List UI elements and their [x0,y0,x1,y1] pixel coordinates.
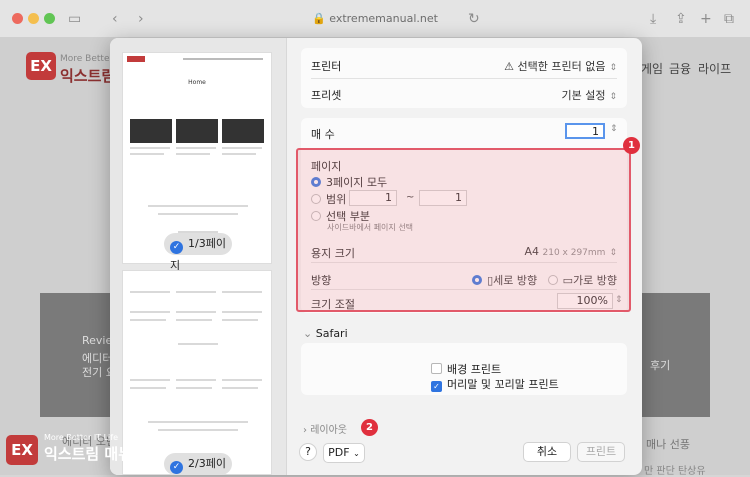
close-window-button[interactable] [12,13,23,24]
pdf-menu-button[interactable]: PDF ⌄ [323,443,365,463]
up-down-chevron-icon: ⇕ [609,63,617,73]
printer-value: 선택한 프린터 없음 [517,60,606,73]
browser-toolbar: ▭ ‹ › 🔒 extrememanual.net ↻ ⤓ ⇪ + ⧉ [0,0,750,38]
reload-icon[interactable]: ↻ [468,10,480,28]
watermark-logo: EX [6,435,38,465]
menu-item-finance[interactable]: 금융 [669,60,691,77]
background-card-right [642,293,710,417]
annotation-badge-2: 2 [361,419,378,436]
print-button[interactable]: 프린트 [577,442,625,462]
layout-section-header[interactable]: › 레이아웃 [303,421,632,436]
printer-label: 프린터 [311,60,342,73]
checkmark-icon: ✓ [170,241,183,254]
watermark-tagline: More Better IT Life [44,433,119,442]
page-1-selector[interactable]: ✓ 1/3페이지 [164,233,232,272]
menu-item-game[interactable]: 게임 [641,60,663,77]
bg-text: 매나 선풍 [646,438,690,451]
annotation-badge-1: 1 [623,137,640,154]
preset-label: 프리셋 [311,89,342,102]
printer-select[interactable]: ⚠ 선택한 프린터 없음 ⇕ [504,58,617,74]
printer-row[interactable]: 프린터 ⚠ 선택한 프린터 없음 ⇕ [311,58,617,74]
share-icon[interactable]: ⇪ [675,10,687,28]
cancel-button[interactable]: 취소 [523,442,571,462]
copies-input[interactable]: 1 [565,123,605,139]
menu-item-life[interactable]: 라이프 [698,60,731,77]
watermark-name: 익스트림 매뉴얼 [44,445,146,463]
bg-print-label: 배경 프린트 [447,363,502,376]
chevron-down-icon: ⌄ [353,449,360,458]
up-down-chevron-icon: ⇕ [609,92,617,102]
printer-group: 프린터 ⚠ 선택한 프린터 없음 ⇕ 프리셋 기본 설정 ⇕ [301,48,627,108]
safari-section-header[interactable]: ⌄ Safari [303,327,632,340]
bg-print-checkbox[interactable]: 배경 프린트 [431,361,617,377]
layout-label: 레이아웃 [310,425,347,436]
zoom-window-button[interactable] [44,13,55,24]
minimize-window-button[interactable] [28,13,39,24]
copies-label: 매 수 [311,128,335,141]
safari-label: Safari [315,327,348,340]
safari-group: 배경 프린트 ✓ 머리말 및 꼬리말 프린트 [301,343,627,395]
checkbox-checked-icon: ✓ [431,381,442,392]
sidebar-toggle-icon[interactable]: ▭ [68,10,81,28]
bg-text: 후기 [650,359,671,372]
preset-select[interactable]: 기본 설정 ⇕ [561,87,617,103]
new-tab-icon[interactable]: + [700,10,712,28]
preview-sidebar[interactable]: Home ✓1/3페이지 ✓2/3페이지 [110,38,287,475]
address-bar[interactable]: 🔒 extrememanual.net [312,9,438,29]
pdf-label: PDF [328,446,350,459]
header-footer-checkbox[interactable]: ✓ 머리말 및 꼬리말 프린트 [431,376,617,392]
download-icon[interactable]: ⤓ [650,10,656,28]
site-logo[interactable]: EX [26,52,56,80]
help-button[interactable]: ? [299,443,317,461]
page-2-selector[interactable]: ✓2/3페이지 [164,453,232,475]
chevron-down-icon: ⌄ [303,327,316,340]
print-settings-panel: 프린터 ⚠ 선택한 프린터 없음 ⇕ 프리셋 기본 설정 ⇕ 매 수 1 ⇕ 페이지… [287,38,642,475]
watermark-text: More Better IT Life 익스트림 매뉴얼 [44,433,146,464]
url-text: extrememanual.net [329,12,438,25]
preset-value: 기본 설정 [561,89,606,102]
tab-overview-icon[interactable]: ⧉ [724,10,734,28]
print-dialog: Home ✓1/3페이지 ✓2/3페이지 [110,38,642,475]
header-footer-label: 머리말 및 꼬리말 프린트 [447,378,559,391]
preset-row[interactable]: 프리셋 기본 설정 ⇕ [311,87,617,103]
thumb-title: Home [188,79,206,86]
annotation-highlight-box [296,148,631,312]
checkbox-icon [431,363,442,374]
checkmark-icon: ✓ [170,461,183,474]
watermark: EX More Better IT Life 익스트림 매뉴얼 [6,433,146,471]
copies-stepper[interactable]: ⇕ [610,124,618,134]
back-arrow-icon[interactable]: ‹ [112,10,118,28]
forward-arrow-icon[interactable]: › [138,10,144,28]
